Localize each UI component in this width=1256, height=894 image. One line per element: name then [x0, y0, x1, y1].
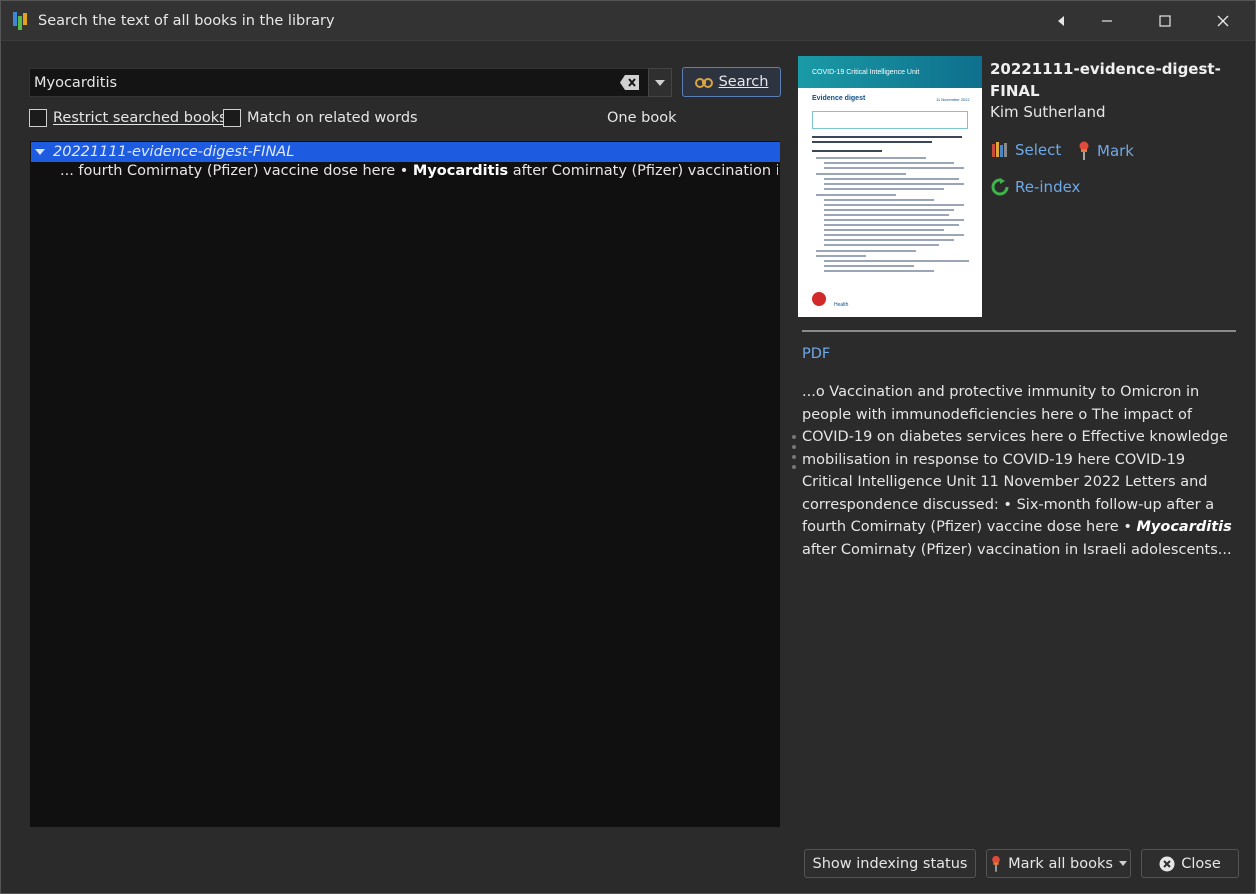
- preview-match: Myocarditis: [1136, 519, 1232, 535]
- search-dialog: Search the text of all books in the libr…: [0, 0, 1256, 894]
- restrict-books-checkbox[interactable]: Restrict searched books: [29, 109, 227, 127]
- cover-text-line: [824, 270, 934, 272]
- search-field-wrapper: [29, 68, 649, 97]
- checkbox-box[interactable]: [223, 109, 241, 127]
- maximize-button[interactable]: [1137, 1, 1193, 41]
- cover-text-line: [816, 255, 866, 257]
- cover-text-line: [824, 229, 944, 231]
- window-title: Search the text of all books in the libr…: [38, 13, 335, 29]
- cover-date: 11 November 2022: [936, 97, 970, 102]
- expand-arrow-icon[interactable]: [35, 149, 45, 155]
- cover-banner-text: COVID-19 Critical Intelligence Unit: [812, 69, 920, 76]
- pin-icon: [992, 855, 1000, 872]
- cover-text-line: [816, 173, 906, 175]
- indexing-status-label: Show indexing status: [812, 855, 968, 872]
- snippet-before: ... fourth Comirnaty (Pfizer) vaccine do…: [60, 163, 413, 179]
- mark-book-link[interactable]: Mark: [1077, 141, 1134, 161]
- cover-text-line: [824, 239, 954, 241]
- cover-text-line: [824, 183, 964, 185]
- snippet-after: after Comirnaty (Pfizer) vaccination in …: [512, 163, 778, 179]
- related-words-checkbox[interactable]: Match on related words: [223, 109, 418, 127]
- close-icon: [1217, 15, 1229, 27]
- cover-text-line: [816, 250, 916, 252]
- close-window-button[interactable]: [1195, 1, 1251, 41]
- close-label: Close: [1181, 855, 1221, 872]
- details-divider: [802, 330, 1236, 332]
- show-indexing-status-button[interactable]: Show indexing status: [804, 849, 976, 878]
- cover-text-line: [824, 244, 939, 246]
- cover-text-line: [824, 188, 944, 190]
- library-books-icon: [992, 142, 1007, 157]
- chevron-down-icon: [655, 79, 665, 86]
- title-bar: Search the text of all books in the libr…: [1, 1, 1255, 41]
- cover-text-line: [824, 260, 969, 262]
- cover-text-line: [824, 219, 964, 221]
- select-label: Select: [1015, 141, 1062, 159]
- pin-icon: [1079, 141, 1089, 160]
- mark-all-books-button[interactable]: Mark all books: [986, 849, 1131, 878]
- book-cover-thumbnail: COVID-19 Critical Intelligence Unit Evid…: [798, 56, 982, 317]
- snippet-match: Myocarditis: [412, 163, 509, 179]
- details-book-title: 20221111-evidence-digest-FINAL: [990, 60, 1221, 100]
- mark-all-label: Mark all books: [1008, 855, 1113, 872]
- search-button[interactable]: Search: [682, 67, 781, 97]
- cover-text-line: [816, 194, 896, 196]
- reindex-label: Re-index: [1015, 178, 1081, 196]
- clear-icon: [620, 75, 639, 90]
- result-book-row[interactable]: 20221111-evidence-digest-FINAL: [31, 142, 780, 162]
- results-list[interactable]: 20221111-evidence-digest-FINAL ... fourt…: [29, 140, 781, 828]
- search-button-label: Search: [718, 74, 769, 90]
- cover-text-line: [812, 150, 882, 152]
- cover-text-line: [812, 141, 932, 143]
- clear-search-button[interactable]: [620, 74, 640, 91]
- cover-text-line: [824, 199, 934, 201]
- search-icon: [694, 78, 713, 88]
- details-author: Kim Sutherland: [990, 103, 1106, 121]
- cover-text-line: [824, 209, 954, 211]
- select-book-link[interactable]: Select: [991, 141, 1061, 159]
- mark-label: Mark: [1097, 142, 1134, 160]
- result-preview-text: ...o Vaccination and protective immunity…: [802, 381, 1232, 561]
- preview-after: after Comirnaty (Pfizer) vaccination in …: [802, 541, 1232, 558]
- cover-text-line: [824, 224, 959, 226]
- cover-text-line: [824, 234, 964, 236]
- cover-text-line: [824, 167, 964, 169]
- search-history-dropdown[interactable]: [648, 68, 672, 97]
- cover-text-line: [824, 178, 959, 180]
- caret-left-icon: [1058, 16, 1064, 26]
- chevron-down-icon: [1118, 861, 1127, 866]
- preview-before: ...o Vaccination and protective immunity…: [802, 384, 1228, 535]
- minimize-icon: [1102, 20, 1112, 22]
- cover-text-line: [824, 265, 914, 267]
- result-snippet-row[interactable]: ... fourth Comirnaty (Pfizer) vaccine do…: [60, 163, 778, 183]
- minimize-button[interactable]: [1079, 1, 1135, 41]
- maximize-icon: [1159, 15, 1171, 27]
- cover-heading: Evidence digest: [812, 95, 866, 102]
- cover-text-line: [812, 136, 962, 138]
- restrict-books-label: Restrict searched books: [53, 110, 227, 126]
- search-scope-text: One book: [607, 110, 677, 126]
- cover-text-line: [824, 162, 954, 164]
- close-button[interactable]: Close: [1141, 849, 1239, 878]
- search-input[interactable]: [34, 72, 604, 94]
- calibre-app-icon: [13, 12, 27, 30]
- related-words-label: Match on related words: [247, 110, 418, 126]
- nsw-logo-icon: [812, 292, 826, 306]
- reindex-book-link[interactable]: Re-index: [991, 178, 1080, 196]
- result-book-title: 20221111-evidence-digest-FINAL: [53, 144, 295, 160]
- close-circle-icon: [1159, 856, 1175, 871]
- cover-footer-text: Health: [834, 302, 849, 308]
- cover-text-line: [816, 157, 926, 159]
- checkbox-box[interactable]: [29, 109, 47, 127]
- cover-summary-box: [812, 111, 968, 129]
- cover-text-line: [824, 214, 949, 216]
- format-link[interactable]: PDF: [802, 346, 830, 362]
- panel-splitter-handle[interactable]: [792, 435, 798, 475]
- refresh-icon: [991, 178, 1009, 196]
- cover-text-line: [824, 204, 964, 206]
